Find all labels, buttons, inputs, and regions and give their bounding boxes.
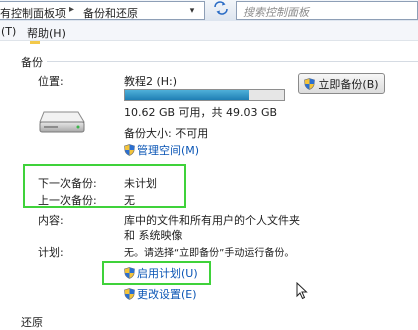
breadcrumb-control-panel-items[interactable]: 有控制面板项	[0, 5, 66, 21]
uac-shield-icon	[124, 267, 135, 279]
address-dropdown-icon[interactable]: ▾	[185, 4, 199, 18]
uac-shield-icon	[124, 144, 135, 156]
accent-strip	[30, 41, 40, 44]
breadcrumb[interactable]: 有控制面板项 ▸ 备份和还原 ▾	[0, 1, 205, 20]
change-settings-link[interactable]: 更改设置(E)	[124, 286, 197, 302]
content-value-line2: 和 系统映像	[124, 229, 183, 242]
refresh-arrows-icon	[214, 1, 228, 15]
menu-item-tools[interactable]: (T)	[1, 25, 16, 38]
location-value: 教程2 (H:)	[124, 75, 178, 88]
next-backup-label: 下一次备份:	[38, 177, 97, 190]
mouse-pointer-icon	[296, 282, 308, 300]
schedule-value: 无。请选择“立即备份”手动运行备份。	[124, 248, 295, 259]
next-backup-value: 未计划	[124, 177, 157, 190]
usage-progress-fill	[125, 90, 250, 100]
enable-schedule-link-label[interactable]: 启用计划(U)	[137, 265, 198, 281]
search-placeholder: 搜索控制面板	[243, 6, 309, 19]
menu-item-help[interactable]: 帮助(H)	[27, 25, 66, 41]
menu-bar: (T) 帮助(H)	[0, 21, 418, 41]
address-bar: 有控制面板项 ▸ 备份和还原 ▾ 搜索控制面板	[0, 0, 418, 22]
backup-now-button-label: 立即备份(B)	[318, 77, 379, 91]
search-input[interactable]: 搜索控制面板	[236, 1, 418, 20]
content-value-line1: 库中的文件和所有用户的个人文件夹	[124, 214, 300, 227]
backup-now-button[interactable]: 立即备份(B)	[298, 73, 385, 94]
section-title-restore: 还原	[21, 316, 43, 329]
uac-shield-icon	[124, 288, 135, 300]
schedule-label: 计划:	[38, 246, 64, 259]
usage-text: 10.62 GB 可用，共 49.03 GB	[124, 106, 278, 119]
breadcrumb-separator-icon[interactable]: ▸	[69, 4, 74, 15]
change-settings-link-label[interactable]: 更改设置(E)	[137, 286, 197, 302]
manage-space-link[interactable]: 管理空间(M)	[124, 142, 199, 158]
section-title-backup: 备份	[21, 56, 43, 69]
hard-drive-icon	[39, 111, 85, 133]
last-backup-value: 无	[124, 194, 135, 207]
content-label: 内容:	[38, 214, 64, 227]
manage-space-link-label[interactable]: 管理空间(M)	[137, 142, 199, 158]
uac-shield-icon	[304, 77, 316, 90]
usage-progress-bar	[124, 89, 285, 101]
location-label: 位置:	[38, 75, 64, 88]
section-divider	[47, 61, 418, 62]
last-backup-label: 上一次备份:	[38, 194, 97, 207]
enable-schedule-link[interactable]: 启用计划(U)	[124, 265, 198, 281]
backup-size-text: 备份大小: 不可用	[124, 127, 209, 140]
breadcrumb-backup-restore[interactable]: 备份和还原	[83, 5, 138, 21]
refresh-icon[interactable]	[210, 1, 232, 19]
